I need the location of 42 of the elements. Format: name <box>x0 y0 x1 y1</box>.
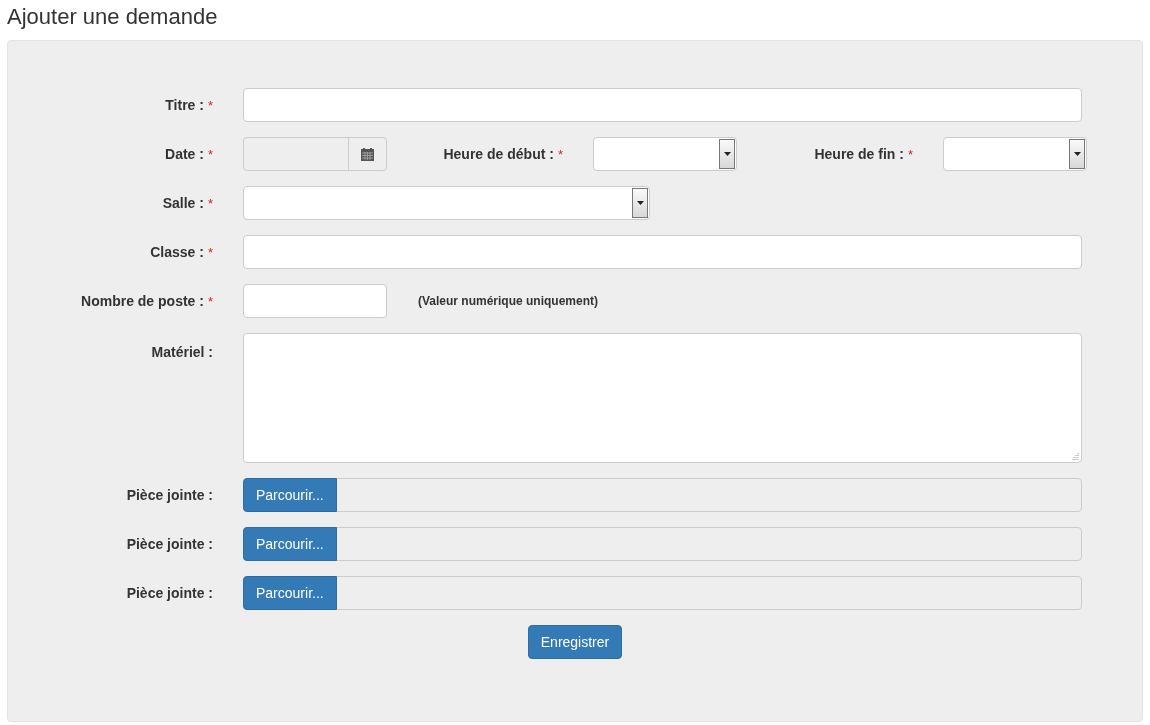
required-mark: * <box>907 145 913 164</box>
browse-button[interactable]: Parcourir... <box>243 576 337 610</box>
dropdown-button[interactable] <box>632 188 648 218</box>
field-label: Heure de début : <box>443 145 554 164</box>
file-field[interactable]: Parcourir... <box>243 527 1082 561</box>
dropdown-field[interactable] <box>593 137 737 171</box>
field-label: Salle : <box>162 194 204 213</box>
required-mark: * <box>207 96 213 115</box>
hint-text: (Valeur numérique uniquement) <box>418 293 599 310</box>
required-mark: * <box>207 243 213 262</box>
field-label: Heure de fin : <box>814 145 904 164</box>
required-mark: * <box>207 145 213 164</box>
browse-button[interactable]: Parcourir... <box>243 527 337 561</box>
required-mark: * <box>207 194 213 213</box>
number-field[interactable] <box>243 284 387 318</box>
dropdown-field[interactable] <box>243 186 650 220</box>
required-mark: * <box>207 292 213 311</box>
required-mark: * <box>557 145 563 164</box>
field-label: Classe : <box>150 243 204 262</box>
text-field[interactable] <box>243 88 1082 122</box>
field-label: Date : <box>165 145 204 164</box>
save-button[interactable]: Enregistrer <box>527 625 623 659</box>
dropdown-button[interactable] <box>1069 139 1085 169</box>
file-field[interactable]: Parcourir... <box>243 576 1082 610</box>
browse-button[interactable]: Parcourir... <box>243 478 337 512</box>
field-label: Pièce jointe : <box>126 584 213 603</box>
caret-icon <box>636 201 644 205</box>
calendar-icon <box>361 147 374 161</box>
field-label: Pièce jointe : <box>126 535 213 554</box>
file-field[interactable]: Parcourir... <box>243 478 1082 512</box>
dropdown-field[interactable] <box>943 137 1087 171</box>
field-label: Matériel : <box>151 343 213 362</box>
caret-icon <box>723 152 731 156</box>
field-label: Pièce jointe : <box>126 486 213 505</box>
text-field[interactable] <box>243 235 1082 269</box>
dropdown-button[interactable] <box>719 139 735 169</box>
caret-icon <box>1073 152 1081 156</box>
field-label: Titre : <box>165 96 204 115</box>
field-label: Nombre de poste : <box>81 292 204 311</box>
page-title: Ajouter une demande <box>7 3 219 31</box>
resize-grip-icon <box>1072 453 1079 460</box>
date-field[interactable] <box>243 137 387 171</box>
